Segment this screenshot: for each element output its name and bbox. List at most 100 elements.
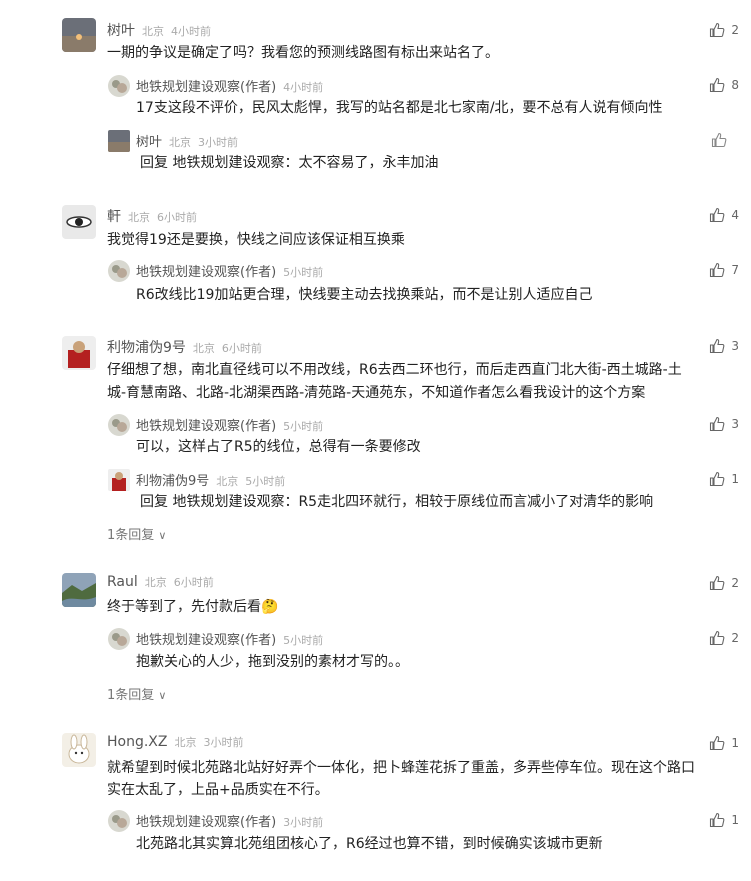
username[interactable]: Hong.XZ bbox=[107, 734, 167, 750]
more-replies-link[interactable]: 1条回复 ∨ bbox=[107, 684, 166, 703]
reply-prefix: 回复 bbox=[140, 155, 168, 171]
timestamp: 3小时前 bbox=[203, 736, 244, 749]
comment-text: 终于等到了，先付款后看🤔 bbox=[107, 596, 278, 619]
reply-meta: 利物浦伪9号 北京 5小时前 bbox=[136, 470, 285, 489]
comment-text-line: 城-育慧南路、北路-北湖渠西路-清苑路-天通苑东，不知道作者怎么看我设计的这个方… bbox=[107, 385, 646, 401]
like-button[interactable]: 4 bbox=[703, 207, 739, 223]
like-count: 2 bbox=[731, 631, 739, 645]
like-count: 2 bbox=[731, 576, 739, 590]
avatar[interactable] bbox=[62, 336, 96, 370]
avatar[interactable] bbox=[62, 733, 96, 767]
timestamp: 5小时前 bbox=[283, 634, 324, 647]
comment-text: 一期的争议是确定了吗？我看您的预测线路图有标出来站名了。 bbox=[107, 45, 499, 61]
like-button[interactable] bbox=[705, 132, 739, 148]
reply-target[interactable]: 地铁规划建设观察： bbox=[172, 155, 298, 171]
like-count: 4 bbox=[731, 208, 739, 222]
like-button[interactable]: 1 bbox=[703, 812, 739, 828]
like-button[interactable]: 2 bbox=[703, 630, 739, 646]
username[interactable]: 树叶 bbox=[107, 20, 135, 40]
like-button[interactable]: 8 bbox=[703, 77, 739, 93]
reply-meta: 地铁规划建设观察(作者) 5小时前 bbox=[136, 261, 323, 280]
avatar[interactable] bbox=[62, 573, 96, 607]
timestamp: 5小时前 bbox=[283, 266, 324, 279]
username[interactable]: 地铁规划建设观察(作者) bbox=[136, 629, 276, 648]
like-button[interactable]: 7 bbox=[703, 262, 739, 278]
like-count: 1 bbox=[731, 813, 739, 827]
comment-meta: Hong.XZ 北京 3小时前 bbox=[107, 734, 243, 750]
like-count: 1 bbox=[731, 472, 739, 486]
location: 北京 bbox=[142, 25, 164, 38]
more-replies-link[interactable]: 1条回复 ∨ bbox=[107, 524, 166, 543]
username[interactable]: 地铁规划建设观察(作者) bbox=[136, 415, 276, 434]
reply-text: 可以，这样占了R5的线位，总得有一条要修改 bbox=[136, 439, 421, 455]
chevron-down-icon: ∨ bbox=[158, 529, 167, 542]
location: 北京 bbox=[216, 475, 239, 488]
reply-prefix: 回复 bbox=[140, 494, 168, 510]
username[interactable]: 地铁规划建设观察(作者) bbox=[136, 76, 276, 95]
thinking-emoji: 🤔 bbox=[261, 599, 279, 615]
reply-text: 抱歉关心的人少，拖到没别的素材才写的。。 bbox=[136, 654, 409, 670]
like-count: 1 bbox=[731, 736, 739, 750]
like-count: 7 bbox=[731, 263, 739, 277]
username[interactable]: 利物浦伪9号 bbox=[107, 337, 186, 357]
comment-text: 我觉得19还是要换，快线之间应该保证相互换乘 bbox=[107, 232, 405, 248]
timestamp: 6小时前 bbox=[221, 342, 262, 355]
chevron-down-icon: ∨ bbox=[158, 689, 167, 702]
thumbs-up-icon bbox=[709, 416, 725, 432]
reply-meta: 地铁规划建设观察(作者) 5小时前 bbox=[136, 629, 323, 648]
like-button[interactable]: 2 bbox=[703, 575, 739, 591]
comment-meta: Raul 北京 6小时前 bbox=[107, 574, 214, 590]
thumbs-up-icon bbox=[709, 77, 725, 93]
timestamp: 3小时前 bbox=[198, 136, 239, 149]
location: 北京 bbox=[192, 342, 215, 355]
timestamp: 4小时前 bbox=[171, 25, 211, 38]
like-count: 2 bbox=[731, 23, 739, 37]
thumbs-up-icon bbox=[709, 630, 725, 646]
more-replies-label: 1条回复 bbox=[107, 688, 155, 703]
comment-meta: 树叶 北京 4小时前 bbox=[107, 20, 211, 40]
like-count: 3 bbox=[731, 339, 739, 353]
avatar[interactable] bbox=[62, 18, 96, 52]
like-button[interactable]: 2 bbox=[703, 22, 739, 38]
avatar[interactable] bbox=[108, 130, 130, 152]
author-avatar[interactable] bbox=[108, 414, 130, 436]
author-avatar[interactable] bbox=[108, 260, 130, 282]
thumbs-up-icon bbox=[709, 338, 725, 354]
location: 北京 bbox=[128, 211, 150, 224]
username[interactable]: 地铁规划建设观察(作者) bbox=[136, 811, 276, 830]
author-avatar[interactable] bbox=[108, 75, 130, 97]
reply-meta: 地铁规划建设观察(作者) 5小时前 bbox=[136, 415, 323, 434]
avatar[interactable] bbox=[62, 205, 96, 239]
thumbs-up-icon bbox=[709, 262, 725, 278]
reply-text: 北苑路北其实算北苑组团核心了，R6经过也算不错，到时候确实该城市更新 bbox=[136, 836, 603, 852]
reply-text: 回复 地铁规划建设观察：R5走北四环就行，相较于原线位而言减小了对清华的影响 bbox=[140, 491, 653, 514]
comment-text-line: 仔细想了想，南北直径线可以不用改线，R6去西二环也行，而后走西直门北大街-西土城… bbox=[107, 362, 682, 378]
comment-meta: 利物浦伪9号 北京 6小时前 bbox=[107, 337, 262, 357]
thumbs-up-icon bbox=[709, 812, 725, 828]
timestamp: 3小时前 bbox=[283, 816, 324, 829]
like-button[interactable]: 1 bbox=[703, 735, 739, 751]
comment-text-line: 实在太乱了，上品+品质实在不行。 bbox=[107, 782, 329, 798]
comment-body: 终于等到了，先付款后看 bbox=[107, 599, 261, 615]
author-avatar[interactable] bbox=[108, 810, 130, 832]
like-count: 8 bbox=[731, 78, 739, 92]
username[interactable]: 軒 bbox=[107, 206, 121, 226]
username[interactable]: 利物浦伪9号 bbox=[136, 470, 209, 489]
like-button[interactable]: 1 bbox=[703, 471, 739, 487]
timestamp: 6小时前 bbox=[157, 211, 197, 224]
like-button[interactable]: 3 bbox=[703, 416, 739, 432]
comment-text-line: 就希望到时候北苑路北站好好弄个一体化，把卜蜂莲花拆了重盖，多弄些停车位。现在这个… bbox=[107, 760, 695, 776]
location: 北京 bbox=[144, 576, 167, 589]
username[interactable]: 树叶 bbox=[136, 131, 162, 150]
reply-text: 回复 地铁规划建设观察：太不容易了，永丰加油 bbox=[140, 152, 438, 175]
timestamp: 5小时前 bbox=[245, 475, 286, 488]
reply-meta: 树叶 北京 3小时前 bbox=[136, 131, 238, 150]
more-replies-label: 1条回复 bbox=[107, 528, 155, 543]
avatar[interactable] bbox=[108, 469, 130, 491]
like-button[interactable]: 3 bbox=[703, 338, 739, 354]
reply-target[interactable]: 地铁规划建设观察： bbox=[172, 494, 298, 510]
username[interactable]: 地铁规划建设观察(作者) bbox=[136, 261, 276, 280]
reply-text: 17支这段不评价，民风太彪悍，我写的站名都是北七家南/北，要不总有人说有倾向性 bbox=[136, 100, 663, 116]
username[interactable]: Raul bbox=[107, 574, 138, 590]
author-avatar[interactable] bbox=[108, 628, 130, 650]
